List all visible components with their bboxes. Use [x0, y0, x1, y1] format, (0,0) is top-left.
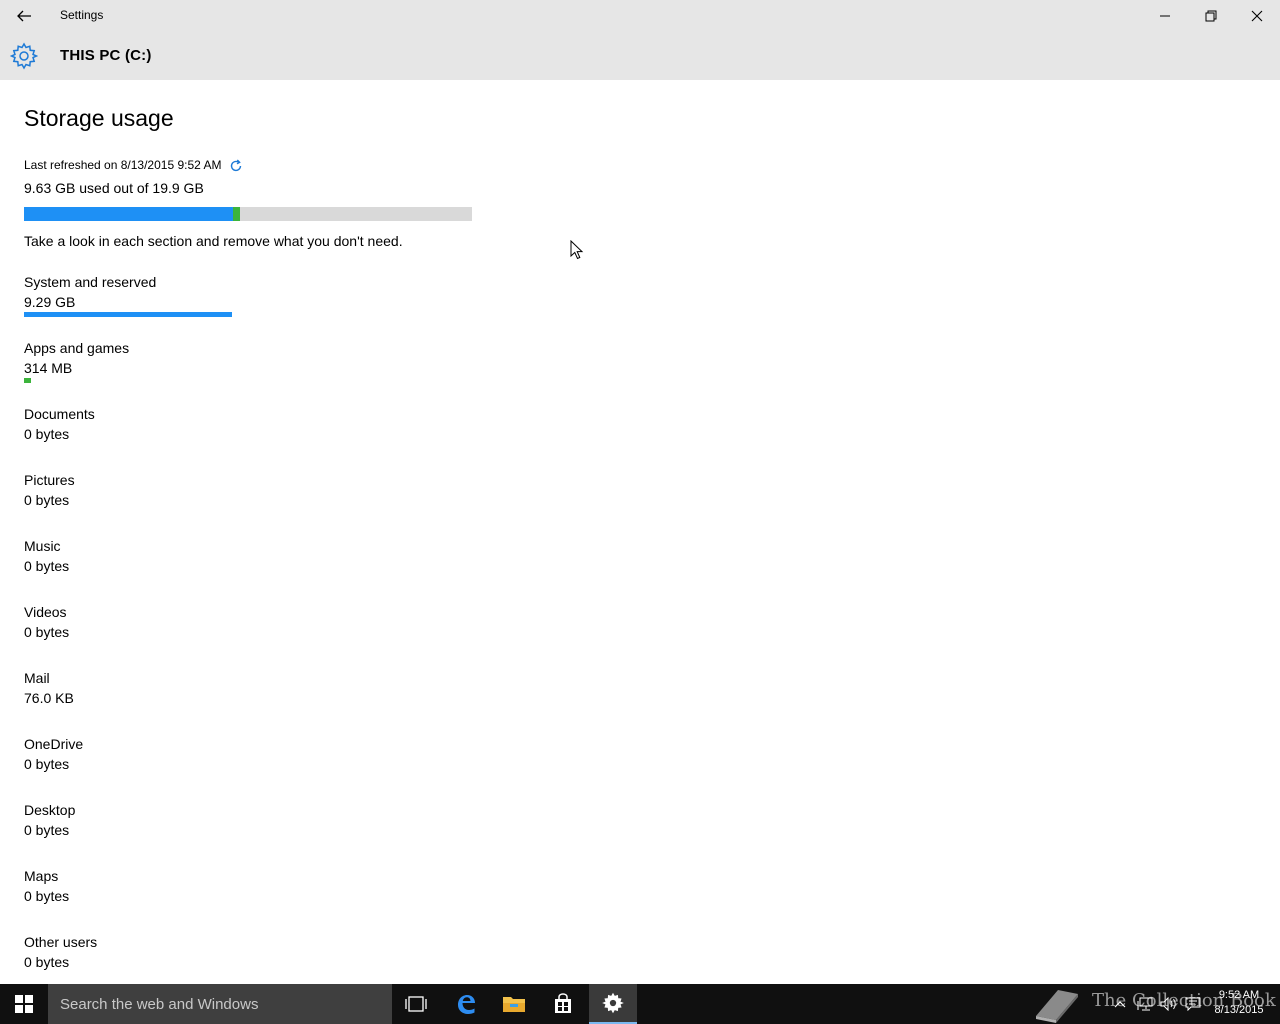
category-size: 314 MB: [24, 360, 73, 376]
category-size: 0 bytes: [24, 492, 70, 508]
category-size: 0 bytes: [24, 426, 70, 442]
category-name: Apps and games: [24, 340, 130, 356]
volume-button[interactable]: [1157, 984, 1181, 1024]
taskbar-search-box[interactable]: Search the web and Windows: [48, 984, 392, 1024]
storage-category-item[interactable]: Documents 0 bytes: [24, 406, 424, 466]
action-center-button[interactable]: [1181, 984, 1205, 1024]
storage-category-item[interactable]: Maps 0 bytes: [24, 868, 424, 928]
category-name: Documents: [24, 406, 95, 422]
storage-category-item[interactable]: System and reserved 9.29 GB: [24, 274, 424, 334]
category-size: 0 bytes: [24, 954, 70, 970]
category-size: 9.29 GB: [24, 294, 76, 310]
restore-icon: [1205, 10, 1217, 22]
gear-icon: [10, 42, 38, 70]
used-summary: 9.63 GB used out of 19.9 GB: [24, 180, 204, 196]
category-size: 0 bytes: [24, 558, 70, 574]
file-explorer-icon: [503, 997, 525, 1012]
clock-date: 8/13/2015: [1214, 1004, 1264, 1016]
category-size: 76.0 KB: [24, 690, 74, 706]
settings-icon: [602, 992, 624, 1014]
search-placeholder: Search the web and Windows: [60, 996, 259, 1013]
chevron-up-icon: [1114, 1001, 1126, 1008]
category-name: Pictures: [24, 472, 75, 488]
action-center-icon: [1185, 997, 1201, 1011]
storage-category-item[interactable]: Pictures 0 bytes: [24, 472, 424, 532]
show-hidden-icons-button[interactable]: [1108, 984, 1132, 1024]
page-header: THIS PC (C:): [0, 32, 1280, 80]
storage-category-item[interactable]: OneDrive 0 bytes: [24, 736, 424, 796]
book-logo-icon: [1036, 990, 1078, 1023]
system-usage-segment: [24, 207, 233, 221]
minimize-icon: [1160, 15, 1170, 17]
category-name: Other users: [24, 934, 98, 950]
task-view-button[interactable]: [392, 984, 440, 1024]
back-button[interactable]: [8, 0, 40, 32]
settings-taskbar-button[interactable]: [589, 984, 637, 1024]
clock[interactable]: 9:52 AM 8/13/2015: [1206, 988, 1272, 1018]
storage-category-item[interactable]: Music 0 bytes: [24, 538, 424, 598]
category-name: System and reserved: [24, 274, 157, 290]
page-title: Storage usage: [24, 105, 174, 131]
category-usage-bar: [24, 378, 31, 383]
category-name: Music: [24, 538, 61, 554]
page-title-header: THIS PC (C:): [60, 47, 152, 64]
storage-category-item[interactable]: Mail 76.0 KB: [24, 670, 424, 730]
title-bar: Settings: [0, 0, 1280, 32]
category-name: Desktop: [24, 802, 76, 818]
category-size: 0 bytes: [24, 624, 70, 640]
edge-button[interactable]: [442, 984, 490, 1024]
network-button[interactable]: [1133, 984, 1157, 1024]
apps-usage-segment: [233, 207, 240, 221]
refresh-icon[interactable]: [229, 159, 243, 173]
task-view-icon: [405, 996, 427, 1012]
clock-time: 9:52 AM: [1218, 989, 1260, 1001]
restore-button[interactable]: [1188, 0, 1234, 32]
category-name: Videos: [24, 604, 67, 620]
category-size: 0 bytes: [24, 756, 70, 772]
hint-text: Take a look in each section and remove w…: [24, 233, 403, 249]
category-size: 0 bytes: [24, 888, 70, 904]
network-icon: [1137, 997, 1153, 1011]
taskbar: Search the web and Windows The Collectio…: [0, 984, 1280, 1024]
minimize-button[interactable]: [1142, 0, 1188, 32]
close-button[interactable]: [1234, 0, 1280, 32]
storage-category-item[interactable]: Desktop 0 bytes: [24, 802, 424, 862]
windows-logo-icon: [15, 995, 33, 1013]
file-explorer-button[interactable]: [490, 984, 538, 1024]
storage-category-item[interactable]: Videos 0 bytes: [24, 604, 424, 664]
start-button[interactable]: [0, 984, 48, 1024]
back-arrow-icon: [17, 10, 31, 22]
storage-total-bar: [24, 207, 472, 221]
store-button[interactable]: [539, 984, 587, 1024]
last-refreshed-text: Last refreshed on 8/13/2015 9:52 AM: [24, 158, 222, 172]
mouse-cursor-icon: [570, 240, 584, 260]
category-usage-bar: [24, 312, 232, 317]
storage-category-item[interactable]: Apps and games 314 MB: [24, 340, 424, 400]
edge-icon: [458, 995, 475, 1014]
category-name: Mail: [24, 670, 50, 686]
category-size: 0 bytes: [24, 822, 70, 838]
close-icon: [1251, 10, 1263, 22]
store-icon: [555, 993, 571, 1013]
category-name: OneDrive: [24, 736, 84, 752]
volume-icon: [1160, 997, 1176, 1011]
window-title: Settings: [60, 8, 104, 22]
category-name: Maps: [24, 868, 59, 884]
